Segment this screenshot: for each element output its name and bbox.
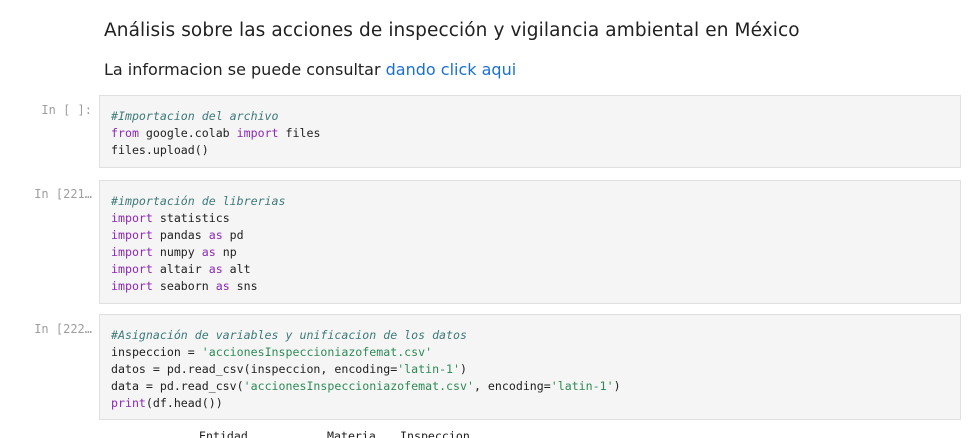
- code-line: #Importacion del archivo: [111, 109, 279, 123]
- cell-output: Entidad Materia Inspeccion: [99, 424, 961, 438]
- cell-prompt-2: In [221…: [34, 187, 92, 201]
- output-col-entidad: Entidad: [199, 429, 248, 438]
- code-line: datos = pd.read_csv(inspeccion, encoding…: [111, 362, 467, 376]
- markdown-subtitle: La informacion se puede consultar dando …: [104, 60, 516, 79]
- cell-prompt-1: In [ ]:: [41, 103, 92, 117]
- code-line: data = pd.read_csv('accionesInspeccionia…: [111, 379, 621, 393]
- code-editor-1[interactable]: #Importacion del archivo from google.cola…: [111, 108, 320, 159]
- code-cell-2[interactable]: #importación de librerias import statisti…: [99, 180, 961, 304]
- code-cell-1[interactable]: #Importacion del archivo from google.cola…: [99, 95, 961, 168]
- output-col-materia: Materia: [327, 429, 376, 438]
- code-line: import seaborn as sns: [111, 279, 258, 293]
- code-line: import numpy as np: [111, 245, 237, 259]
- subtitle-text: La informacion se puede consultar: [104, 60, 386, 79]
- output-col-inspeccion: Inspeccion: [400, 429, 470, 438]
- code-editor-2[interactable]: #importación de librerias import statisti…: [111, 193, 286, 295]
- cell-prompt-3: In [222…: [34, 322, 92, 336]
- code-line: print(df.head()): [111, 396, 223, 410]
- code-line: import altair as alt: [111, 262, 251, 276]
- code-line: files.upload(): [111, 143, 209, 157]
- code-line: from google.colab import files: [111, 126, 321, 140]
- code-line: import statistics: [111, 211, 230, 225]
- source-link[interactable]: dando click aqui: [386, 60, 517, 79]
- code-cell-3[interactable]: #Asignación de variables y unificacion d…: [99, 314, 961, 420]
- page-title: Análisis sobre las acciones de inspecció…: [104, 20, 800, 41]
- code-line: #importación de librerias: [111, 194, 286, 208]
- code-line: #Asignación de variables y unificacion d…: [111, 328, 467, 342]
- code-line: inspeccion = 'accionesInspeccioniazofema…: [111, 345, 433, 359]
- code-editor-3[interactable]: #Asignación de variables y unificacion d…: [111, 327, 621, 412]
- code-line: import pandas as pd: [111, 228, 244, 242]
